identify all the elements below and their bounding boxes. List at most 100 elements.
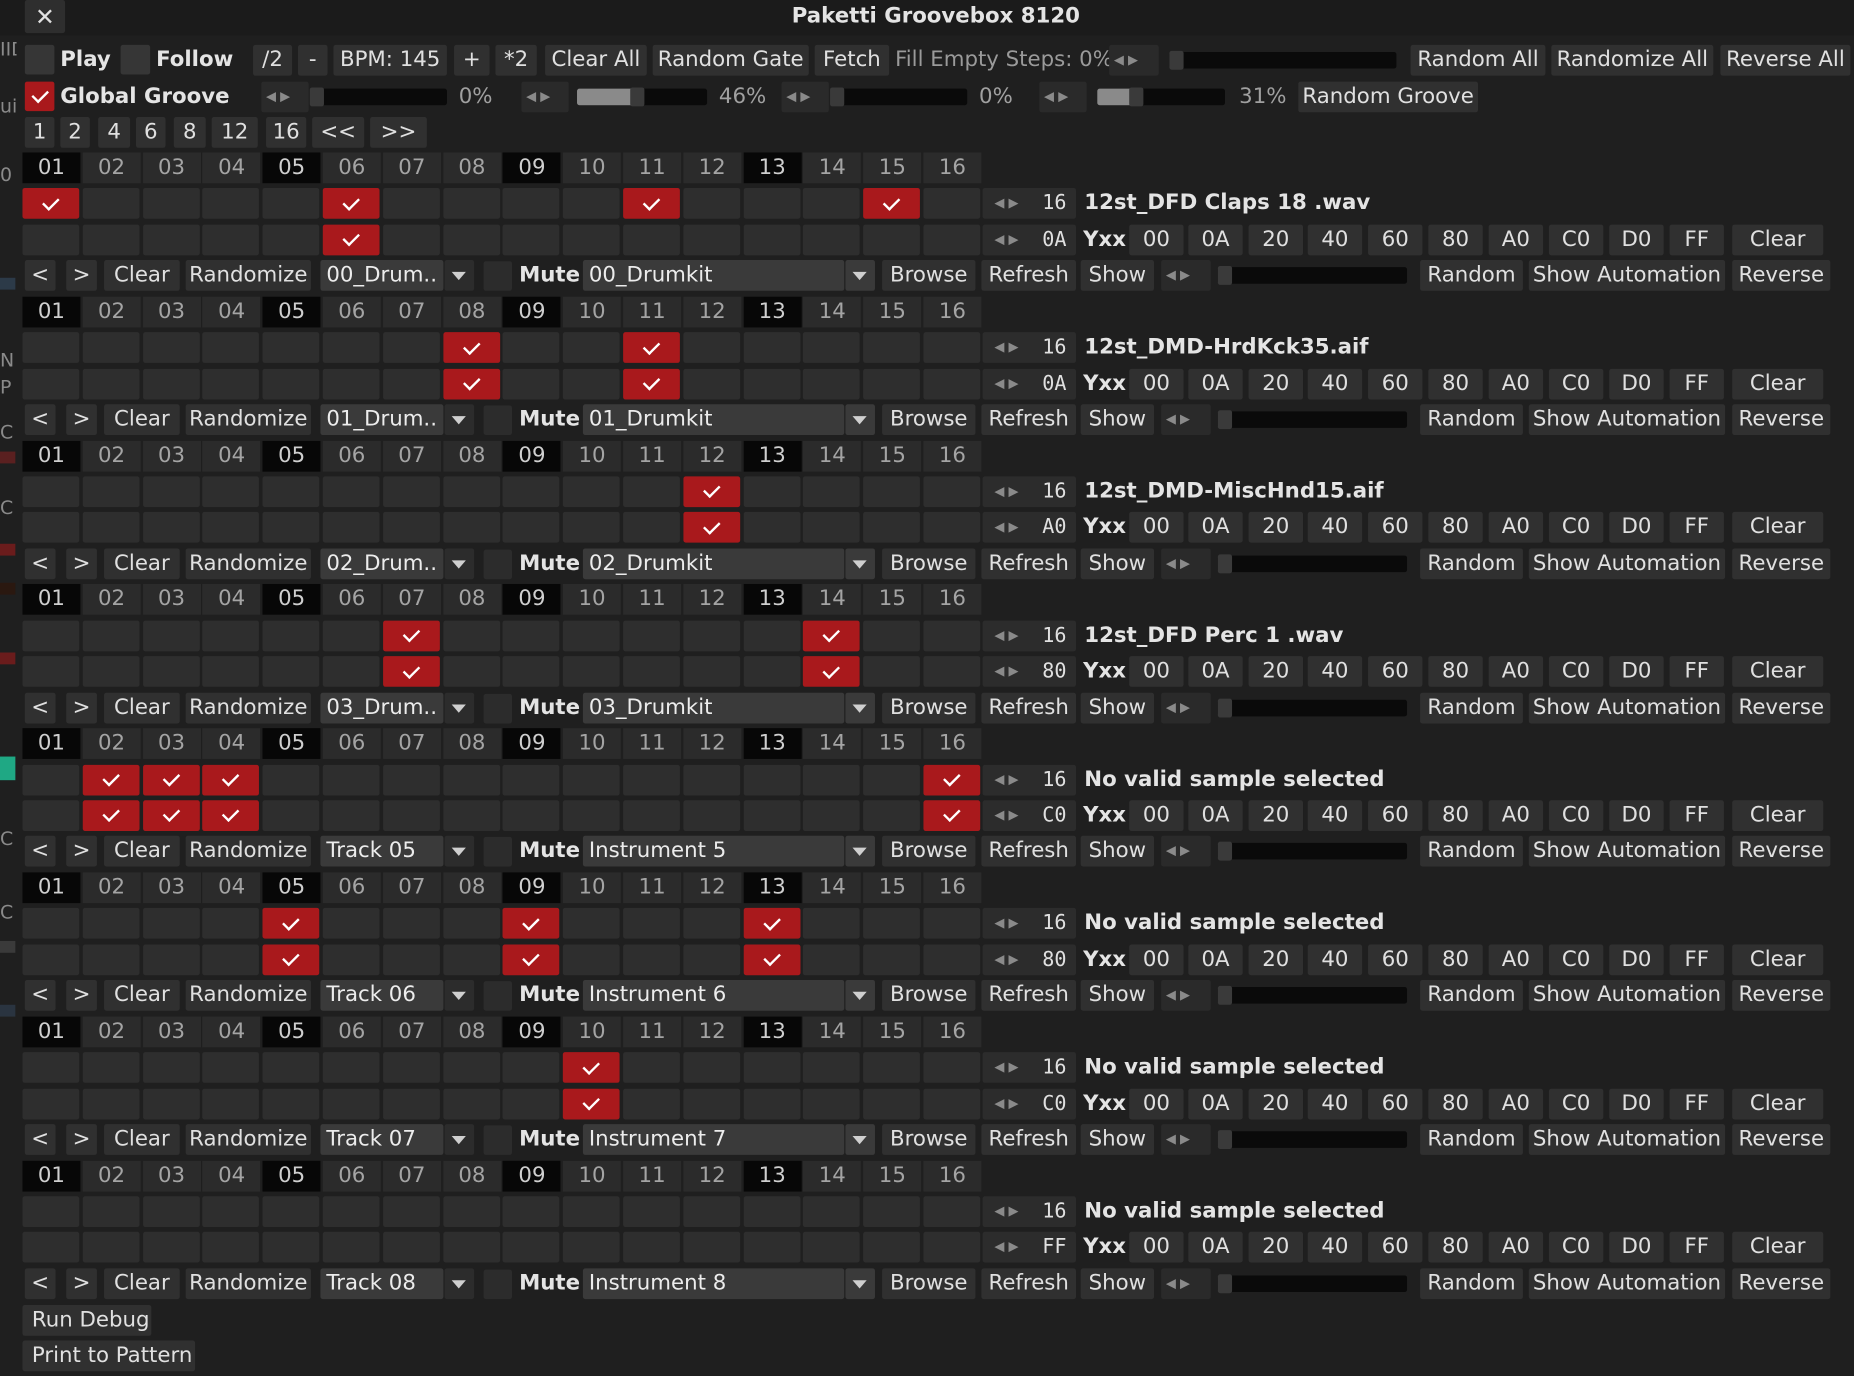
show-button[interactable]: Show	[1080, 980, 1155, 1011]
yxx-preset-button[interactable]: 00	[1129, 224, 1184, 256]
step-cell[interactable]	[202, 1088, 260, 1119]
step-cell[interactable]	[82, 368, 140, 400]
next-button[interactable]: >	[66, 692, 97, 723]
track-volume-knob[interactable]	[1217, 266, 1233, 286]
step-cell[interactable]	[442, 476, 500, 508]
show-automation-button[interactable]: Show Automation	[1528, 980, 1726, 1011]
run-debug-button[interactable]: Run Debug	[22, 1305, 152, 1336]
yxx-clear-button[interactable]: Clear	[1732, 512, 1824, 544]
yxx-preset-button[interactable]: D0	[1609, 224, 1664, 256]
show-automation-button[interactable]: Show Automation	[1528, 260, 1726, 292]
mute-checkbox[interactable]	[483, 837, 512, 867]
yxx-preset-button[interactable]: D0	[1609, 368, 1664, 400]
step-cell[interactable]	[863, 224, 921, 256]
browse-button[interactable]: Browse	[882, 692, 976, 723]
step-cell[interactable]	[202, 224, 260, 256]
step-cell[interactable]	[563, 620, 620, 652]
refresh-button[interactable]: Refresh	[981, 260, 1076, 292]
yxx-preset-button[interactable]: 00	[1129, 1232, 1184, 1263]
step-cell[interactable]	[322, 476, 380, 508]
step-cell[interactable]	[82, 656, 140, 688]
prev-button[interactable]: <	[24, 404, 56, 436]
clear-button[interactable]: Clear	[104, 1268, 180, 1299]
step-length-button[interactable]: 2	[60, 117, 90, 148]
step-cell[interactable]	[382, 800, 440, 832]
step-cell[interactable]	[142, 1088, 200, 1119]
step-cell[interactable]	[563, 224, 620, 256]
groove-slider[interactable]	[830, 87, 968, 107]
show-button[interactable]: Show	[1080, 404, 1155, 436]
step-cell[interactable]	[262, 656, 320, 688]
yxx-preset-button[interactable]: A0	[1488, 1088, 1544, 1119]
instrument-popup[interactable]: Instrument 7	[582, 1124, 845, 1155]
step-cell[interactable]	[623, 620, 680, 652]
step-cell[interactable]	[683, 1088, 740, 1119]
step-cell[interactable]	[863, 1232, 921, 1263]
yxx-preset-button[interactable]: A0	[1488, 800, 1544, 832]
reverse-button[interactable]: Reverse	[1732, 836, 1831, 867]
random-button[interactable]: Random	[1420, 692, 1523, 723]
step-cell[interactable]	[563, 944, 620, 975]
step-cell[interactable]	[82, 944, 140, 975]
step-cell[interactable]	[923, 368, 981, 400]
clear-button[interactable]: Clear	[104, 836, 180, 867]
step-cell[interactable]	[743, 1088, 801, 1119]
step-cell[interactable]	[142, 1196, 200, 1228]
step-cell[interactable]	[863, 620, 921, 652]
step-cell[interactable]	[683, 620, 740, 652]
step-cell[interactable]	[262, 764, 320, 796]
step-cell[interactable]	[82, 1232, 140, 1263]
step-cell[interactable]	[382, 908, 440, 940]
show-button[interactable]: Show	[1080, 836, 1155, 867]
bpm-plus-button[interactable]: +	[454, 44, 490, 76]
step-cell[interactable]	[923, 1052, 981, 1084]
step-cell[interactable]	[442, 800, 500, 832]
slider-arrows[interactable]: ◀ ▶	[1161, 692, 1211, 723]
step-cell[interactable]	[502, 476, 560, 508]
groove-slider-arrows[interactable]: ◀ ▶	[261, 81, 309, 113]
groove-slider-arrows[interactable]: ◀ ▶	[521, 81, 569, 113]
step-cell[interactable]	[322, 1196, 380, 1228]
refresh-button[interactable]: Refresh	[981, 404, 1076, 436]
instrument-dropdown-arrow[interactable]	[845, 692, 875, 723]
yxx-preset-button[interactable]: 20	[1248, 1088, 1304, 1119]
yxx-value-control[interactable]: ◀ ▶ 0A	[982, 224, 1076, 256]
step-cell[interactable]	[22, 1088, 80, 1119]
step-cell[interactable]	[202, 332, 260, 364]
step-cell[interactable]	[863, 476, 921, 508]
step-cell[interactable]	[202, 1232, 260, 1263]
yxx-preset-button[interactable]: 0A	[1188, 656, 1243, 688]
yxx-preset-button[interactable]: 80	[1428, 1088, 1483, 1119]
browse-button[interactable]: Browse	[882, 260, 976, 292]
clear-button[interactable]: Clear	[104, 404, 180, 436]
yxx-preset-button[interactable]: FF	[1669, 512, 1724, 544]
randomize-button[interactable]: Randomize	[185, 1124, 311, 1155]
yxx-preset-button[interactable]: D0	[1609, 512, 1664, 544]
instrument-dropdown-arrow[interactable]	[845, 548, 875, 579]
groove-slider-arrows[interactable]: ◀ ▶	[1039, 81, 1087, 113]
track-dropdown-arrow[interactable]	[444, 692, 475, 723]
step-cell[interactable]	[382, 512, 440, 544]
clear-button[interactable]: Clear	[104, 548, 180, 579]
step-cell[interactable]	[262, 1088, 320, 1119]
yxx-preset-button[interactable]: A0	[1488, 944, 1544, 975]
step-cell[interactable]	[502, 764, 560, 796]
yxx-value-control[interactable]: ◀ ▶ 0A	[982, 368, 1076, 400]
step-cell[interactable]	[262, 476, 320, 508]
yxx-preset-button[interactable]: 20	[1248, 944, 1304, 975]
step-cell[interactable]	[262, 1232, 320, 1263]
step-cell[interactable]	[202, 620, 260, 652]
step-cell[interactable]	[382, 764, 440, 796]
random-button[interactable]: Random	[1420, 548, 1523, 579]
step-length-button[interactable]: 16	[266, 117, 307, 148]
step-cell[interactable]	[142, 512, 200, 544]
step-cell[interactable]	[142, 188, 200, 220]
mute-checkbox[interactable]	[483, 1269, 512, 1299]
step-cell[interactable]	[743, 800, 801, 832]
yxx-clear-button[interactable]: Clear	[1732, 800, 1824, 832]
random-button[interactable]: Random	[1420, 404, 1523, 436]
step-cell[interactable]	[803, 512, 861, 544]
step-cell[interactable]	[743, 368, 801, 400]
step-cell[interactable]	[623, 188, 680, 220]
yxx-preset-button[interactable]: 40	[1307, 512, 1363, 544]
